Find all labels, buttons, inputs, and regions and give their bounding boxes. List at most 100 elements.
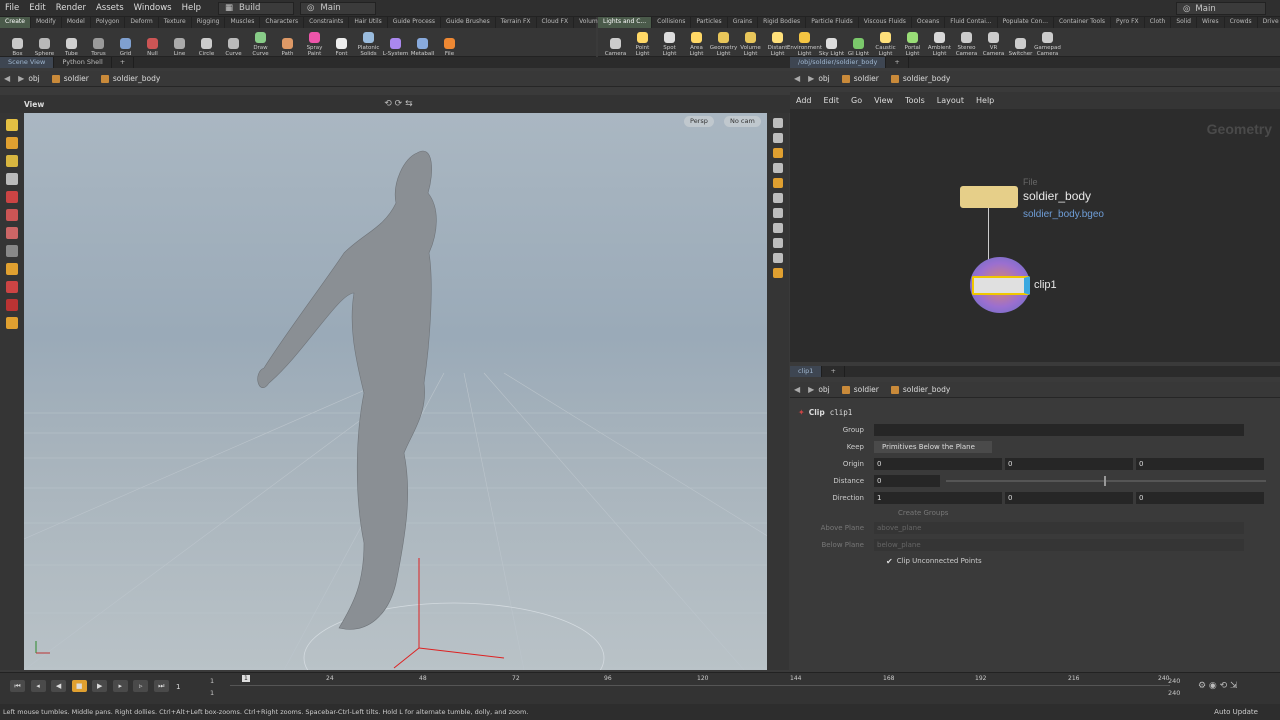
add-tab-icon[interactable]: + [886, 57, 909, 68]
shelf-tab[interactable]: Guide Brushes [441, 17, 496, 28]
next-frame-icon[interactable]: ▸ [112, 680, 128, 692]
crumb-soldier-body[interactable]: soldier_body [100, 74, 160, 83]
menu-edit[interactable]: Edit [818, 96, 846, 105]
camera-menu[interactable]: No cam [724, 116, 761, 127]
shelf-tool[interactable]: Geometry Light [710, 32, 737, 57]
menu-tools[interactable]: Tools [899, 96, 931, 105]
node-name-field[interactable]: clip1 [830, 408, 853, 417]
shelf-tool[interactable]: Torus [85, 38, 112, 57]
auto-update-menu[interactable]: Auto Update [1214, 704, 1258, 720]
shelf-tab[interactable]: Crowds [1225, 17, 1258, 28]
network-editor[interactable]: Geometry File soldier_body soldier_body.… [790, 109, 1280, 362]
shelf-tab[interactable]: Polygon [91, 17, 126, 28]
shelf-tool[interactable]: Volume Light [737, 32, 764, 57]
shelf-tool[interactable]: VR Camera [980, 32, 1007, 57]
shelf-tool[interactable]: Null [139, 38, 166, 57]
menu-layout[interactable]: Layout [931, 96, 970, 105]
shelf-tool[interactable]: Metaball [409, 38, 436, 57]
shelf-tool[interactable]: Switcher [1007, 38, 1034, 57]
scale-tool-icon[interactable] [6, 173, 18, 185]
view-tool-icon[interactable] [6, 299, 18, 311]
shelf-tool[interactable]: Camera [602, 38, 629, 57]
group-input[interactable] [874, 424, 1244, 436]
start-frame[interactable]: 1 [210, 677, 214, 685]
create-groups-checkbox[interactable]: Create Groups [898, 509, 948, 517]
direction-x[interactable]: 1 [874, 492, 1002, 504]
grid-icon[interactable] [773, 268, 783, 278]
shelf-tool[interactable]: Spray Paint [301, 32, 328, 57]
menu-view[interactable]: View [868, 96, 899, 105]
shelf-tab[interactable]: Terrain FX [496, 17, 537, 28]
key-options-icon[interactable]: ⚙ ◉ ⟲ ⇲ [1198, 681, 1238, 691]
pose-tool-icon[interactable] [6, 209, 18, 221]
tab-clip1[interactable]: clip1 [790, 366, 823, 377]
shelf-tab[interactable]: Cloud FX [537, 17, 575, 28]
timeline-ruler[interactable]: 1 24 48 72 96 120 144 168 192 216 240 [230, 673, 1170, 703]
direction-z[interactable]: 0 [1136, 492, 1264, 504]
persp-menu[interactable]: Persp [684, 116, 714, 127]
origin-y[interactable]: 0 [1005, 458, 1133, 470]
shelf-tab[interactable]: Model [62, 17, 91, 28]
shelf-tool[interactable]: GI Light [845, 38, 872, 57]
distance-input[interactable]: 0 [874, 475, 940, 487]
ghost-icon[interactable] [773, 253, 783, 263]
origin-z[interactable]: 0 [1136, 458, 1264, 470]
back-icon[interactable]: ◀ [794, 385, 800, 394]
rotate-tool-icon[interactable] [6, 155, 18, 167]
shelf-tool[interactable]: L-System [382, 38, 409, 57]
shelf-tool[interactable]: Path [274, 38, 301, 57]
menu-help[interactable]: Help [970, 96, 1000, 105]
shelf-tool[interactable]: Gamepad Camera [1034, 32, 1061, 57]
next-key-icon[interactable]: ▹ [133, 680, 149, 692]
move-tool-icon[interactable] [6, 137, 18, 149]
current-frame-field[interactable]: 1 [176, 683, 180, 691]
add-tab-icon[interactable]: + [822, 366, 845, 377]
below-plane-input[interactable]: below_plane [874, 539, 1244, 551]
shelf-tab[interactable]: Cloth [1145, 17, 1172, 28]
crumb-soldier[interactable]: soldier [51, 74, 89, 83]
point-display-icon[interactable] [773, 193, 783, 203]
distance-slider[interactable] [946, 476, 1266, 486]
clip-node[interactable] [972, 276, 1030, 295]
shelf-tab[interactable]: Pyro FX [1111, 17, 1145, 28]
shelf-tool[interactable]: Line [166, 38, 193, 57]
shelf-tab[interactable]: Hair Utils [349, 17, 388, 28]
shelf-tab[interactable]: Texture [159, 17, 192, 28]
select-tool-icon[interactable] [6, 119, 18, 131]
crumb-obj[interactable]: obj [818, 74, 829, 83]
desktop-selector[interactable]: ▦ Build [217, 1, 294, 15]
prev-key-icon[interactable]: ◂ [30, 680, 46, 692]
crumb-obj[interactable]: obj [28, 74, 39, 83]
shelf-tab[interactable]: Characters [260, 17, 305, 28]
snap-icon[interactable] [773, 178, 783, 188]
shelf-tab[interactable]: Populate Con... [998, 17, 1054, 28]
handle-tool-icon[interactable] [6, 191, 18, 203]
light-icon[interactable] [773, 148, 783, 158]
shelf-tool[interactable]: Area Light [683, 32, 710, 57]
shelf-tab[interactable]: Drive Simula... [1258, 17, 1280, 28]
shelf-tool[interactable]: Circle [193, 38, 220, 57]
shelf-tool[interactable]: Curve [220, 38, 247, 57]
shelf-tab[interactable]: Grains [728, 17, 759, 28]
shelf-tool[interactable]: Sphere [31, 38, 58, 57]
go-start-icon[interactable]: ⏮ [10, 680, 25, 692]
camera-tool-icon[interactable] [6, 317, 18, 329]
3d-viewport[interactable]: Persp No cam [24, 113, 767, 670]
shelf-tool[interactable]: Tube [58, 38, 85, 57]
crumb-soldier[interactable]: soldier [841, 385, 879, 394]
shelf-tab[interactable]: Particles [691, 17, 728, 28]
shelf-tab[interactable]: Rigid Bodies [758, 17, 807, 28]
shelf-tool[interactable]: Spot Light [656, 32, 683, 57]
tab-scene-view[interactable]: Scene View [0, 57, 55, 68]
shelf-tool[interactable]: Point Light [629, 32, 656, 57]
shelf-tool[interactable]: Portal Light [899, 32, 926, 57]
menu-add[interactable]: Add [790, 96, 818, 105]
view-menu[interactable]: View [24, 100, 44, 109]
lock-icon[interactable] [773, 133, 783, 143]
menu-assets[interactable]: Assets [91, 3, 129, 13]
shelf-tool[interactable]: Caustic Light [872, 32, 899, 57]
shelf-tab[interactable]: Constraints [304, 17, 350, 28]
paint-tool-icon[interactable] [6, 245, 18, 257]
snap-tool-icon[interactable] [6, 263, 18, 275]
menu-edit[interactable]: Edit [24, 3, 50, 13]
